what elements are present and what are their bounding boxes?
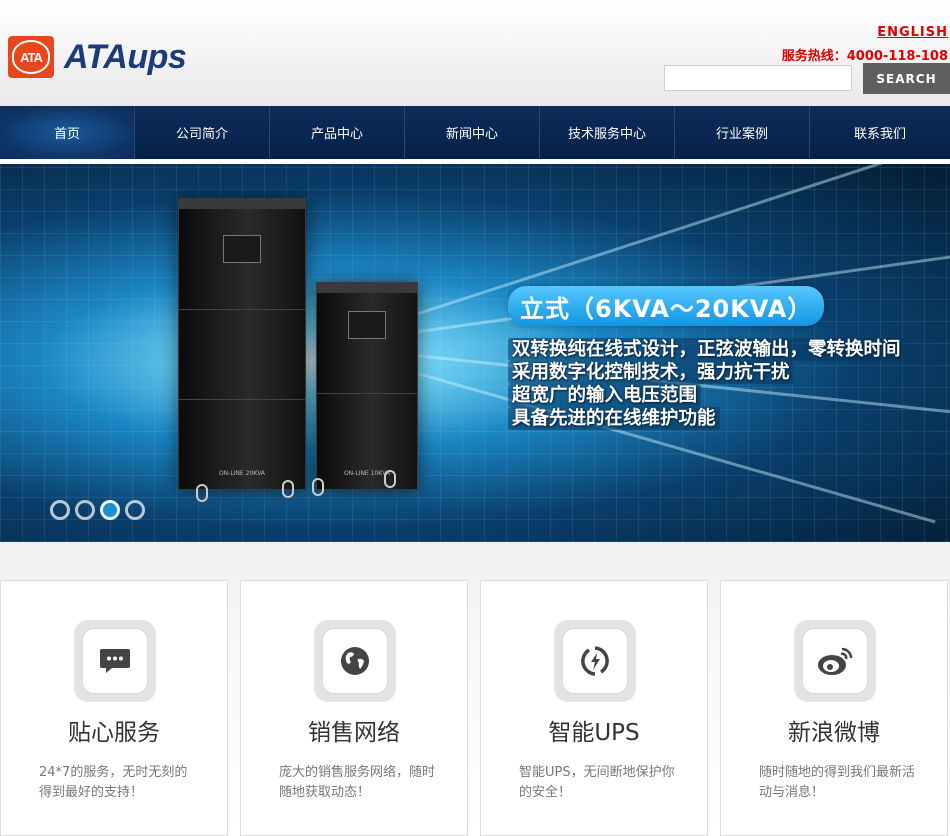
english-link[interactable]: ENGLISH — [877, 25, 948, 40]
feature-desc: 智能UPS，无间断地保护你的安全！ — [519, 765, 675, 800]
ups-label: ON-LINE 10KVA — [343, 470, 391, 477]
banner-feature-line: 采用数字化控制技术，强力抗干扰 — [508, 361, 794, 384]
nav-item-cases[interactable]: 行业案例 — [675, 106, 810, 159]
slider-dot[interactable] — [50, 500, 70, 520]
feature-desc: 庞大的销售服务网络，随时随地获取动态！ — [279, 765, 436, 800]
banner-feature-line: 具备先进的在线维护功能 — [508, 407, 720, 430]
ups-wheel — [312, 478, 324, 496]
nav-item-contact[interactable]: 联系我们 — [810, 106, 950, 159]
features-section: 贴心服务 24*7的服务，无时无刻的得到最好的支持！ 销售网络 庞大的销售服务网… — [0, 542, 950, 836]
nav-item-home[interactable]: 首页 — [0, 106, 135, 159]
ups-top — [179, 199, 305, 209]
feature-card-weibo[interactable]: 新浪微博 随时随地的得到我们最新活动与消息！ — [720, 580, 948, 836]
logo-text: ATAups — [64, 37, 187, 76]
ups-wheel — [384, 470, 396, 488]
feature-card-sales-network[interactable]: 销售网络 庞大的销售服务网络，随时随地获取动态！ — [240, 580, 468, 836]
site-logo[interactable]: ATA ATAups — [8, 35, 187, 79]
ups-cabinet-large: ON-LINE 20KVA — [178, 198, 306, 490]
logo-badge: ATA — [8, 36, 54, 78]
ups-seam — [179, 399, 305, 400]
nav-item-products[interactable]: 产品中心 — [270, 106, 405, 159]
banner-feature-line: 双转换纯在线式设计，正弦波输出，零转换时间 — [508, 338, 905, 361]
icon-frame — [74, 620, 156, 702]
nav-item-news[interactable]: 新闻中心 — [405, 106, 540, 159]
slider-dot[interactable] — [125, 500, 145, 520]
banner-feature-line: 超宽广的输入电压范围 — [508, 384, 702, 407]
search-input[interactable] — [664, 65, 852, 91]
feature-desc: 24*7的服务，无时无刻的得到最好的支持！ — [39, 765, 188, 800]
icon-frame — [314, 620, 396, 702]
power-bolt-icon — [562, 628, 628, 694]
ups-label: ON-LINE 20KVA — [218, 470, 266, 477]
chat-bubble-icon — [82, 628, 148, 694]
ups-wheel — [282, 480, 294, 498]
feature-title: 智能UPS — [548, 720, 640, 746]
icon-frame — [554, 620, 636, 702]
icon-frame — [794, 620, 876, 702]
weibo-icon — [802, 628, 868, 694]
ups-control-panel — [348, 311, 386, 339]
banner-title: 立式（6KVA～20KVA） — [508, 286, 825, 326]
ups-cabinet-small: ON-LINE 10KVA — [316, 282, 418, 490]
feature-card-service[interactable]: 贴心服务 24*7的服务，无时无刻的得到最好的支持！ — [0, 580, 228, 836]
ups-seam — [317, 393, 417, 394]
site-header: ATA ATAups ENGLISH 服务热线：4000-118-108 SEA… — [0, 0, 950, 106]
service-hotline: 服务热线：4000-118-108 — [781, 49, 948, 64]
logo-badge-text: ATA — [12, 40, 50, 74]
feature-title: 贴心服务 — [68, 720, 160, 746]
slider-dots — [50, 500, 150, 520]
nav-item-about[interactable]: 公司简介 — [135, 106, 270, 159]
ups-wheel — [196, 484, 208, 502]
search-button[interactable]: SEARCH — [863, 63, 950, 94]
nav-item-tech-service[interactable]: 技术服务中心 — [540, 106, 675, 159]
ups-top — [317, 283, 417, 293]
ups-control-panel — [223, 235, 261, 263]
slider-dot[interactable] — [75, 500, 95, 520]
globe-icon — [322, 628, 388, 694]
hero-banner[interactable]: ON-LINE 20KVA ON-LINE 10KVA 立式（6KVA～20KV… — [0, 164, 950, 542]
banner-feature-list: 双转换纯在线式设计，正弦波输出，零转换时间 采用数字化控制技术，强力抗干扰 超宽… — [508, 338, 905, 430]
feature-card-smart-ups[interactable]: 智能UPS 智能UPS，无间断地保护你的安全！ — [480, 580, 708, 836]
slider-dot-active[interactable] — [100, 500, 120, 520]
ups-seam — [179, 309, 305, 310]
feature-title: 销售网络 — [308, 720, 400, 746]
main-nav: 首页 公司简介 产品中心 新闻中心 技术服务中心 行业案例 联系我们 — [0, 106, 950, 159]
feature-desc: 随时随地的得到我们最新活动与消息！ — [759, 765, 916, 800]
feature-title: 新浪微博 — [788, 720, 880, 746]
